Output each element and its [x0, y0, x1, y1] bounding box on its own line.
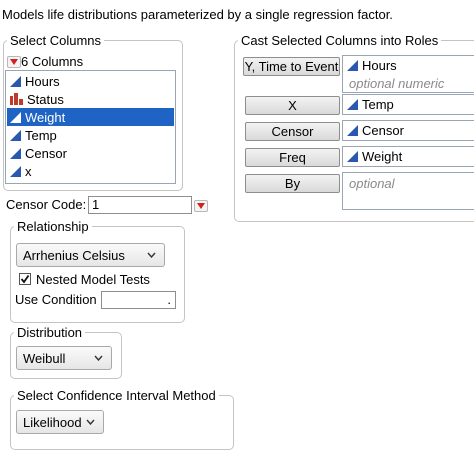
continuous-icon: [10, 129, 21, 141]
chevron-down-icon: [86, 419, 95, 425]
ci-method-title: Select Confidence Interval Method: [17, 388, 216, 403]
use-condition-field[interactable]: .: [101, 291, 176, 309]
distribution-dropdown[interactable]: Weibull: [16, 346, 112, 370]
nested-model-tests-checkbox[interactable]: [19, 273, 31, 285]
freq-role-item[interactable]: Weight: [347, 149, 402, 164]
censor-code-field[interactable]: 1: [88, 196, 192, 214]
checkmark-icon: [20, 274, 30, 284]
platform-description: Models life distributions parameterized …: [2, 7, 393, 22]
continuous-icon: [10, 75, 21, 87]
x-role-item[interactable]: Temp: [347, 97, 394, 112]
freq-role-box[interactable]: Weight: [342, 146, 474, 167]
y-time-to-event-button[interactable]: Y, Time to Event: [243, 57, 340, 76]
column-item-x[interactable]: x: [7, 162, 174, 180]
column-item-status[interactable]: Status: [7, 90, 174, 108]
column-item-label: x: [25, 163, 32, 179]
use-condition-label: Use Condition: [15, 292, 97, 307]
column-count-label: 6 Columns: [21, 54, 84, 69]
column-item-label: Temp: [25, 127, 57, 143]
relationship-title: Relationship: [17, 219, 89, 234]
censor-role-box[interactable]: Censor: [342, 120, 474, 141]
censor-role-item[interactable]: Censor: [347, 123, 404, 138]
cast-roles-title: Cast Selected Columns into Roles: [241, 33, 439, 48]
distribution-title: Distribution: [17, 325, 83, 340]
y-role-box[interactable]: Hours optional numeric: [342, 55, 474, 93]
select-columns-title: Select Columns: [10, 33, 102, 48]
censor-role-value: Censor: [362, 123, 404, 138]
relationship-dropdown[interactable]: Arrhenius Celsius: [16, 243, 165, 267]
continuous-icon: [347, 60, 358, 71]
freq-role-value: Weight: [362, 149, 403, 164]
column-item-censor[interactable]: Censor: [7, 144, 174, 162]
censor-role-button[interactable]: Censor: [245, 122, 340, 141]
y-role-value: Hours: [362, 58, 397, 73]
column-item-label: Weight: [25, 109, 66, 125]
column-item-hours[interactable]: Hours: [7, 72, 174, 90]
continuous-icon: [347, 151, 358, 162]
x-role-button[interactable]: X: [245, 96, 340, 115]
censor-code-red-triangle-icon[interactable]: [194, 200, 208, 212]
continuous-icon: [10, 165, 21, 177]
y-role-item[interactable]: Hours: [347, 58, 397, 73]
by-role-hint: optional: [349, 176, 395, 191]
continuous-icon: [347, 125, 358, 136]
nested-model-tests-label: Nested Model Tests: [36, 272, 150, 287]
x-role-value: Temp: [362, 97, 394, 112]
nominal-icon: [10, 93, 23, 105]
chevron-down-icon: [147, 252, 156, 258]
y-role-hint: optional numeric: [349, 76, 445, 91]
column-item-label: Status: [27, 91, 64, 107]
chevron-down-icon: [94, 355, 103, 361]
continuous-icon: [10, 147, 21, 159]
continuous-icon: [347, 99, 358, 110]
continuous-icon: [10, 111, 21, 123]
freq-role-button[interactable]: Freq: [245, 148, 340, 167]
columns-menu-red-triangle-icon[interactable]: [7, 56, 21, 68]
distribution-selected: Weibull: [23, 350, 66, 366]
ci-method-dropdown[interactable]: Likelihood: [16, 410, 104, 434]
ci-method-selected: Likelihood: [23, 414, 82, 430]
column-item-weight[interactable]: Weight: [7, 108, 174, 126]
column-list[interactable]: Hours Status Weight Temp Censor x: [5, 70, 176, 184]
x-role-box[interactable]: Temp: [342, 94, 474, 115]
censor-code-label: Censor Code:: [6, 197, 87, 212]
relationship-selected: Arrhenius Celsius: [23, 247, 125, 263]
by-role-box[interactable]: optional: [342, 172, 474, 210]
by-role-button[interactable]: By: [245, 174, 340, 193]
column-item-label: Hours: [25, 73, 60, 89]
column-item-label: Censor: [25, 145, 67, 161]
column-item-temp[interactable]: Temp: [7, 126, 174, 144]
